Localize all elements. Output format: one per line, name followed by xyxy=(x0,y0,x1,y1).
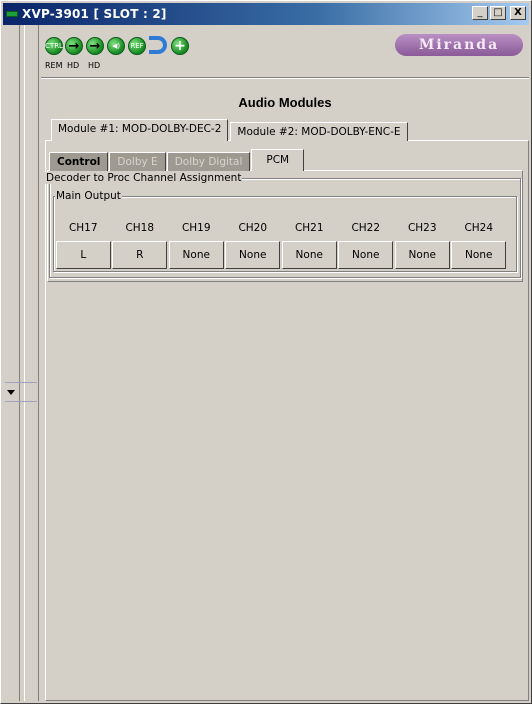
channel-label: CH23 xyxy=(407,222,437,234)
ctrl-icon[interactable]: CTRL xyxy=(45,37,63,55)
ref-icon-text: REF xyxy=(130,42,144,50)
hd-arrow-icon-2[interactable]: → xyxy=(86,37,104,55)
ctrl-label: REM xyxy=(45,61,63,70)
channel-column: CH18 R xyxy=(112,221,169,269)
app-window: XVP-3901 [ SLOT : 2] _ □ X CTRL REM → HD… xyxy=(0,0,532,704)
plus-icon-glyph: + xyxy=(174,38,186,54)
window-controls: _ □ X xyxy=(472,6,526,20)
channel-column: CH17 L xyxy=(55,221,112,269)
navigation-strip xyxy=(3,25,39,701)
channel-select[interactable]: R xyxy=(112,241,168,269)
tab-control[interactable]: Control xyxy=(49,152,109,171)
main-output-title: Main Output xyxy=(55,190,122,202)
ref-icon[interactable]: REF xyxy=(128,37,146,55)
channel-label: CH18 xyxy=(125,222,155,234)
uturn-icon[interactable] xyxy=(149,36,167,54)
window-status-icon xyxy=(6,11,18,17)
arrow-right-icon: → xyxy=(68,38,80,54)
channel-label: CH19 xyxy=(181,222,211,234)
title-bar[interactable]: XVP-3901 [ SLOT : 2] _ □ X xyxy=(3,3,529,25)
chevron-down-icon xyxy=(7,390,15,395)
channel-assignment-title: Decoder to Proc Channel Assignment xyxy=(45,172,243,184)
channel-column: CH22 None xyxy=(338,221,395,269)
main-content: CTRL REM → HD → HD ◀) REF + Miranda Audi… xyxy=(41,25,529,701)
expand-panel-button[interactable] xyxy=(5,382,37,402)
window-title: XVP-3901 [ SLOT : 2] xyxy=(22,7,167,21)
strip-divider xyxy=(19,25,25,701)
channel-label: CH20 xyxy=(238,222,268,234)
page-title: Audio Modules xyxy=(238,95,332,110)
hd-arrow-icon[interactable]: → xyxy=(65,37,83,55)
tab-dolby-digital: Dolby Digital xyxy=(166,152,251,171)
channel-label: CH17 xyxy=(68,222,98,234)
channel-select[interactable]: None xyxy=(281,241,337,269)
channel-column: CH19 None xyxy=(168,221,225,269)
channel-select[interactable]: L xyxy=(55,241,111,269)
channel-select[interactable]: None xyxy=(168,241,224,269)
channel-column: CH23 None xyxy=(394,221,451,269)
status-toolbar: CTRL REM → HD → HD ◀) REF + Miranda xyxy=(41,25,529,79)
tab-module-1[interactable]: Module #1: MOD-DOLBY-DEC-2 xyxy=(51,119,229,141)
miranda-logo: Miranda xyxy=(395,34,523,56)
close-button[interactable]: X xyxy=(510,6,526,20)
speaker-icon: ◀) xyxy=(111,42,121,50)
sub-tab-bar: Control Dolby E Dolby Digital PCM xyxy=(49,149,305,171)
channel-select[interactable]: None xyxy=(451,241,507,269)
channel-label: CH24 xyxy=(464,222,494,234)
plus-icon[interactable]: + xyxy=(171,37,189,55)
channel-select[interactable]: None xyxy=(394,241,450,269)
arrow-right-icon: → xyxy=(89,38,101,54)
module-tab-bar: Module #1: MOD-DOLBY-DEC-2 Module #2: MO… xyxy=(51,119,408,141)
channel-column: CH21 None xyxy=(281,221,338,269)
ctrl-icon-text: CTRL xyxy=(45,42,63,50)
channel-list: CH17 L CH18 R CH19 None CH20 None CH21 N… xyxy=(55,221,507,269)
channel-select[interactable]: None xyxy=(338,241,394,269)
channel-column: CH24 None xyxy=(451,221,508,269)
channel-column: CH20 None xyxy=(225,221,282,269)
hd-label-2: HD xyxy=(88,61,101,70)
tab-pcm[interactable]: PCM xyxy=(251,149,305,171)
channel-label: CH22 xyxy=(351,222,381,234)
channel-select[interactable]: None xyxy=(225,241,281,269)
tab-dolby-e: Dolby E xyxy=(109,152,166,171)
tab-module-2[interactable]: Module #2: MOD-DOLBY-ENC-E xyxy=(230,122,408,141)
channel-label: CH21 xyxy=(294,222,324,234)
toolbar-divider xyxy=(41,77,529,79)
hd-label: HD xyxy=(67,61,80,70)
audio-icon[interactable]: ◀) xyxy=(107,37,125,55)
maximize-button[interactable]: □ xyxy=(490,6,506,20)
minimize-button[interactable]: _ xyxy=(472,6,488,20)
